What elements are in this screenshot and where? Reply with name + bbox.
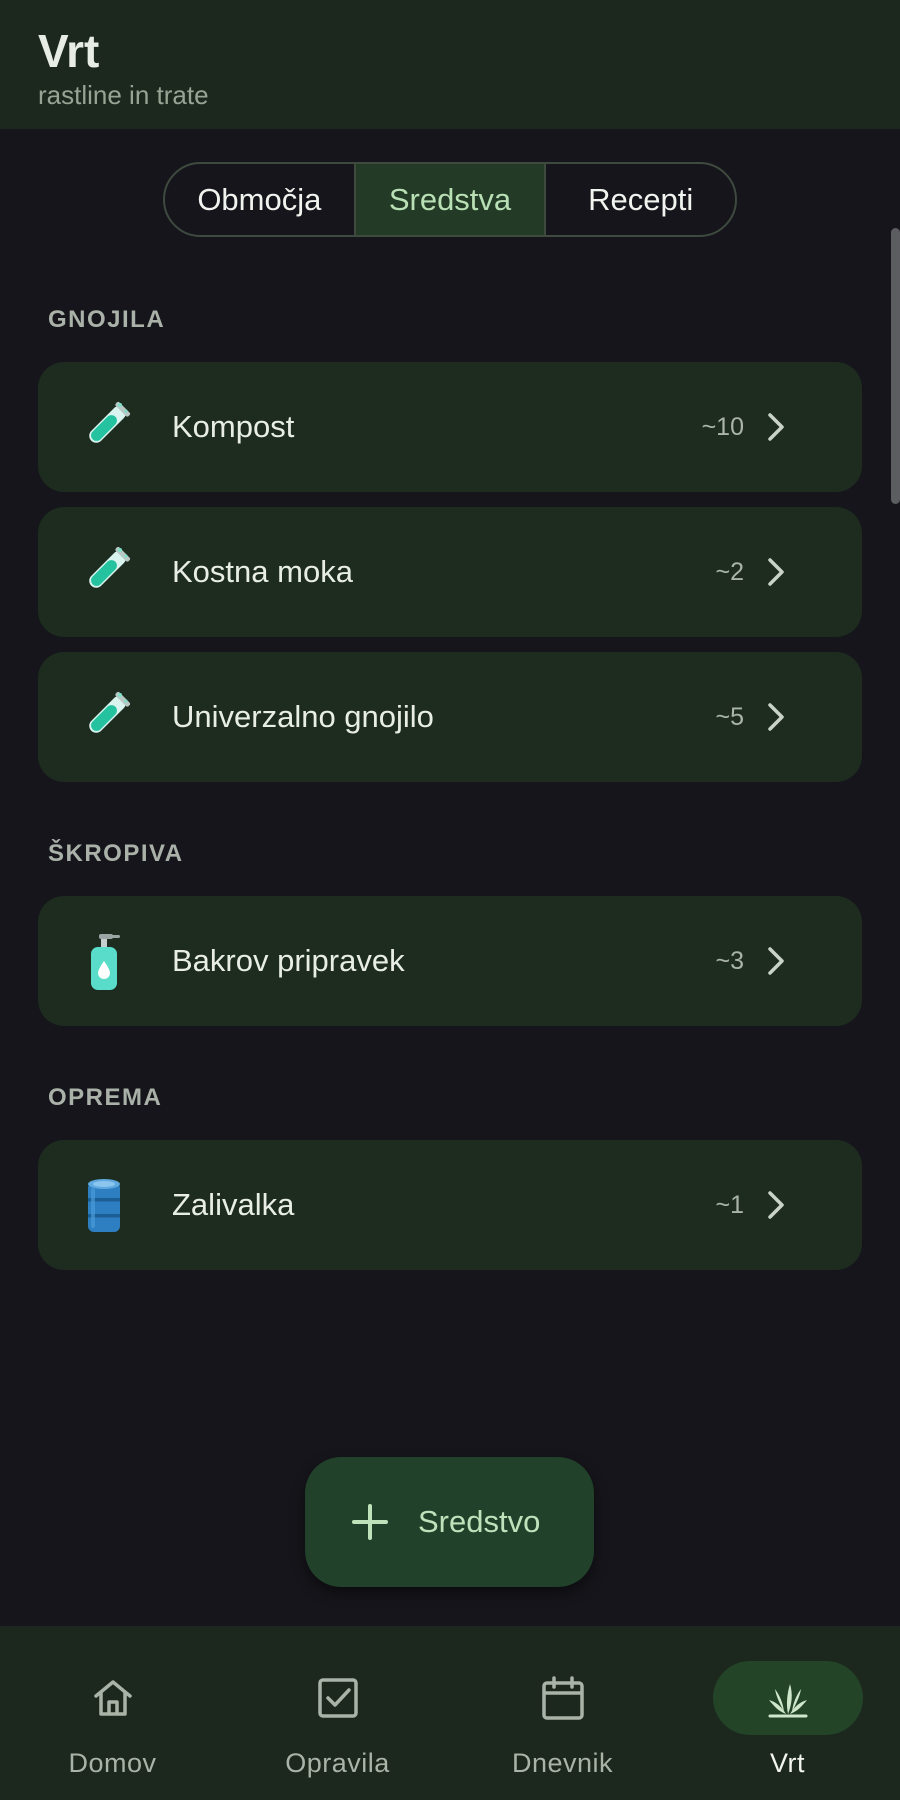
- list-item-kompost[interactable]: Kompost ~10: [38, 362, 862, 492]
- nav-item-vrt[interactable]: Vrt: [675, 1626, 900, 1800]
- plant-icon: [768, 1684, 807, 1718]
- list-item-zalivalka[interactable]: Zalivalka ~1: [38, 1140, 862, 1270]
- nav-label: Vrt: [770, 1748, 805, 1778]
- nav-label: Dnevnik: [511, 1748, 614, 1778]
- nav-icon-container: [263, 1661, 413, 1735]
- item-name: Univerzalno gnojilo: [172, 699, 434, 734]
- tab-sredstva[interactable]: Sredstva: [353, 164, 545, 235]
- item-name: Kostna moka: [172, 554, 353, 589]
- item-count: ~3: [715, 946, 744, 975]
- chevron-right-icon: [768, 1191, 784, 1219]
- calendar-icon: [541, 1676, 584, 1720]
- home-icon: [93, 1680, 132, 1716]
- bottom-navigation: Domov Opravila Dnevnik Vrt: [0, 1626, 900, 1800]
- barrel-icon: [88, 1179, 120, 1232]
- test-tube-icon: [89, 546, 131, 588]
- chevron-right-icon: [768, 703, 784, 731]
- item-count: ~5: [715, 702, 744, 731]
- item-count: ~10: [701, 412, 744, 441]
- item-count: ~1: [715, 1190, 744, 1219]
- nav-icon-container: [38, 1661, 188, 1735]
- nav-label: Domov: [68, 1748, 157, 1778]
- nav-item-domov[interactable]: Domov: [0, 1626, 225, 1800]
- nav-item-opravila[interactable]: Opravila: [225, 1626, 450, 1800]
- page-subtitle: rastline in trate: [38, 80, 209, 110]
- add-sredstvo-button[interactable]: Sredstvo: [305, 1457, 594, 1587]
- section-label-skropiva: ŠKROPIVA: [48, 840, 184, 867]
- nav-icon-container: [488, 1661, 638, 1735]
- chevron-right-icon: [768, 947, 784, 975]
- app-screen: Vrt rastline in trate Območja Sredstva R…: [0, 0, 900, 1800]
- scrollbar[interactable]: [891, 228, 900, 504]
- page-title: Vrt: [38, 25, 100, 77]
- app-header: Vrt rastline in trate: [0, 0, 900, 129]
- list-item-kostna-moka[interactable]: Kostna moka ~2: [38, 507, 862, 637]
- nav-icon-container: [712, 1661, 863, 1735]
- nav-item-dnevnik[interactable]: Dnevnik: [450, 1626, 675, 1800]
- plus-icon: [352, 1504, 388, 1540]
- nav-label: Opravila: [285, 1748, 390, 1778]
- test-tube-icon: [89, 401, 131, 443]
- tab-recepti[interactable]: Recepti: [544, 164, 735, 235]
- test-tube-icon: [89, 691, 131, 733]
- chevron-right-icon: [768, 558, 784, 586]
- item-name: Zalivalka: [172, 1187, 295, 1222]
- fab-label: Sredstvo: [418, 1504, 541, 1539]
- checkbox-icon: [317, 1678, 358, 1718]
- tab-obmocja[interactable]: Območja: [165, 164, 354, 235]
- section-label-oprema: OPREMA: [48, 1084, 163, 1111]
- spray-bottle-icon: [91, 934, 120, 990]
- chevron-right-icon: [768, 413, 784, 441]
- item-count: ~2: [715, 557, 744, 586]
- segmented-tabs: Območja Sredstva Recepti: [163, 162, 737, 237]
- item-name: Bakrov pripravek: [172, 943, 405, 978]
- list-item-bakrov-pripravek[interactable]: Bakrov pripravek ~3: [38, 896, 862, 1026]
- list-item-univerzalno-gnojilo[interactable]: Univerzalno gnojilo ~5: [38, 652, 862, 782]
- section-label-gnojila: GNOJILA: [48, 306, 166, 333]
- item-name: Kompost: [172, 409, 295, 444]
